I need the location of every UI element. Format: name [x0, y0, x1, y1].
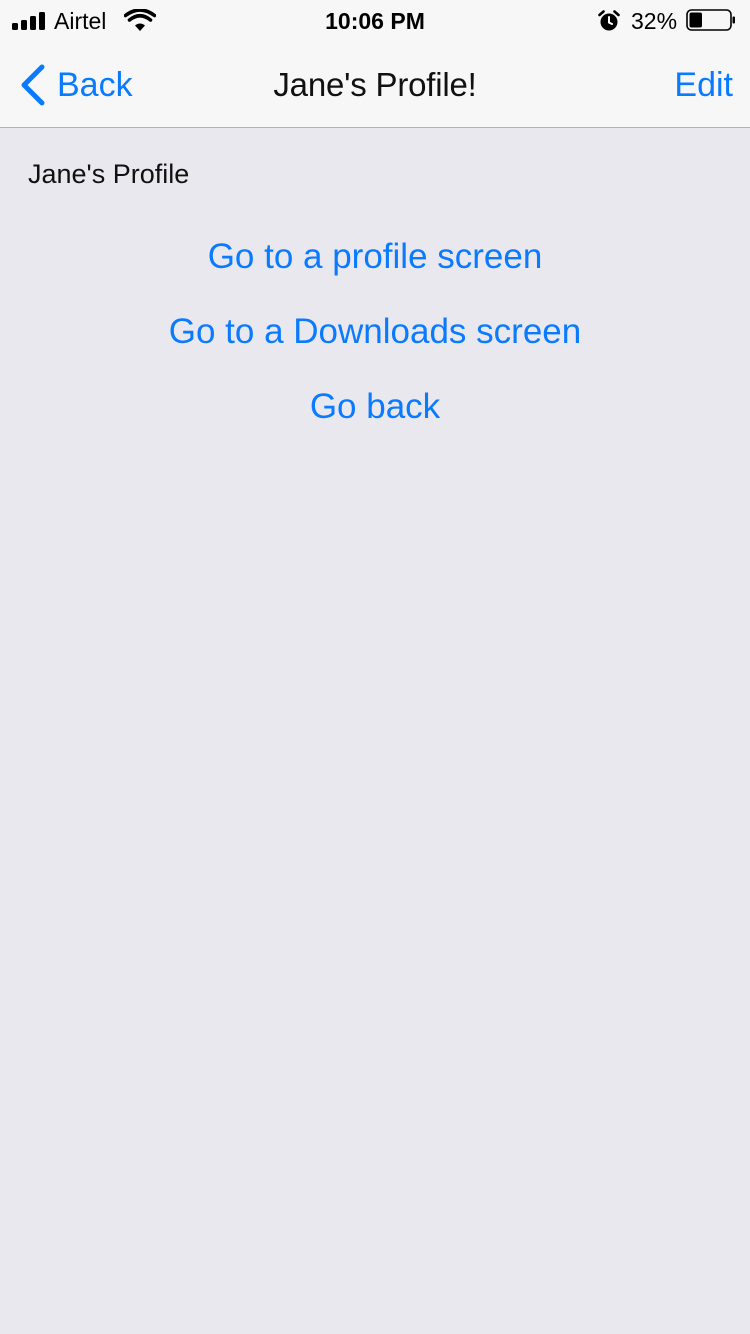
go-to-downloads-link[interactable]: Go to a Downloads screen	[0, 312, 750, 352]
profile-label: Jane's Profile	[28, 159, 190, 189]
battery-icon	[686, 9, 735, 31]
battery-percent: 32%	[631, 8, 678, 34]
status-bar: Airtel 10:06 PM 32%	[0, 0, 750, 40]
go-back-link[interactable]: Go back	[0, 387, 750, 427]
battery-fill	[689, 12, 702, 28]
page-title: Jane's Profile!	[273, 66, 477, 103]
edit-button[interactable]: Edit	[674, 62, 733, 108]
go-to-profile-link[interactable]: Go to a profile screen	[0, 237, 750, 277]
navigation-bar: Back Jane's Profile! Edit	[0, 40, 750, 128]
alarm-icon	[598, 10, 620, 31]
